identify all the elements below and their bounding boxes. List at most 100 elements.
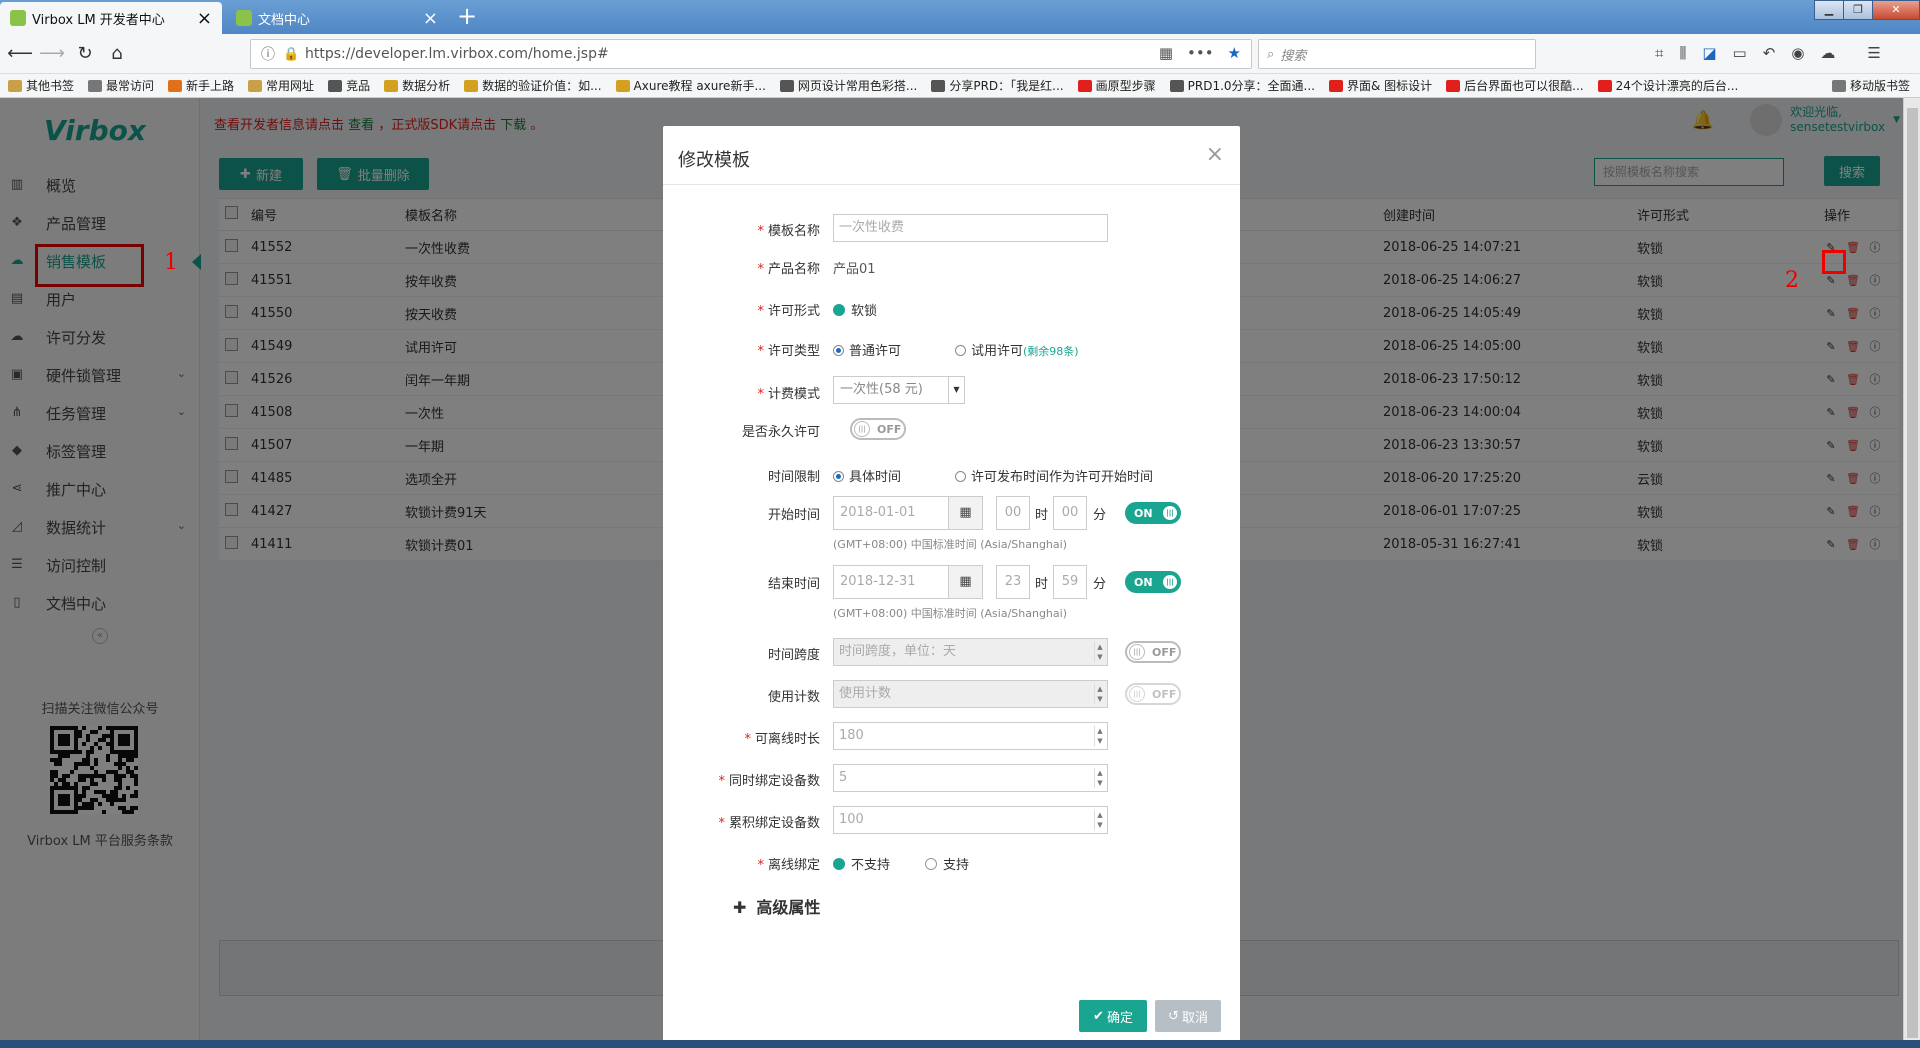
time-span-input[interactable]: 时间跨度，单位：天 ▲ ▼ xyxy=(833,638,1108,666)
screenshot-icon[interactable]: ⌗ xyxy=(1655,44,1663,62)
bookmark-item[interactable]: 最常访问 xyxy=(88,77,154,94)
qr-code-icon[interactable]: ▦ xyxy=(1159,44,1173,62)
chevron-down-icon[interactable]: ▼ xyxy=(948,377,964,403)
bookmark-icon xyxy=(1077,79,1092,92)
bookmark-item[interactable]: 其他书签 xyxy=(8,77,74,94)
offline-bind-no-radio[interactable]: 不支持 xyxy=(833,854,890,873)
use-count-input[interactable]: 使用计数 ▲ ▼ xyxy=(833,680,1108,708)
library-icon[interactable]: ⫼ xyxy=(1679,44,1686,62)
bookmark-item[interactable]: 数据分析 xyxy=(384,77,450,94)
spinner-icon[interactable]: ▲ ▼ xyxy=(1094,726,1105,746)
bookmark-label: 分享PRD：「我是红... xyxy=(949,79,1064,93)
more-actions-icon[interactable]: ••• xyxy=(1187,44,1214,62)
sync-icon[interactable]: ☁ xyxy=(1820,44,1835,62)
spinner-icon[interactable]: ▲ ▼ xyxy=(1094,642,1105,662)
scrollbar-thumb[interactable] xyxy=(1907,108,1918,1038)
billing-label: * 计费模式 xyxy=(757,387,820,402)
browser-search-input[interactable]: ⌕ 搜索 xyxy=(1258,39,1536,69)
bookmark-item[interactable]: 界面& 图标设计 xyxy=(1328,77,1432,94)
bookmark-item[interactable]: 竞品 xyxy=(328,77,370,94)
calendar-icon[interactable]: ▦ xyxy=(948,497,982,529)
extension-icon[interactable]: ◪ xyxy=(1702,44,1716,62)
url-bar[interactable]: ⓘ 🔒 https://developer.lm.virbox.com/home… xyxy=(250,39,1252,69)
hour-unit: 时 xyxy=(1035,508,1049,523)
end-hour-input[interactable]: 23 xyxy=(996,565,1030,599)
minimize-button[interactable]: ▁ xyxy=(1814,0,1844,20)
browser-tab-virbox[interactable]: Virbox LM 开发者中心 × xyxy=(0,2,222,34)
minute-unit: 分 xyxy=(1093,508,1107,523)
close-icon[interactable]: × xyxy=(423,8,438,29)
new-tab-button[interactable]: + xyxy=(452,2,482,32)
end-minute-input[interactable]: 59 xyxy=(1053,565,1087,599)
calendar-icon[interactable]: ▦ xyxy=(948,566,982,598)
url-text[interactable]: https://developer.lm.virbox.com/home.jsp… xyxy=(305,46,609,62)
trial-license-radio[interactable]: 试用许可(剩余98条) xyxy=(955,340,1079,359)
bookmark-item[interactable]: 分享PRD：「我是红... xyxy=(931,77,1064,94)
close-icon[interactable]: × xyxy=(1206,142,1224,167)
use-count-toggle[interactable]: ||| OFF xyxy=(1125,683,1181,705)
bookmark-item[interactable]: Axure教程 axure新手... xyxy=(615,77,766,94)
offline-duration-input[interactable]: 180 ▲ ▼ xyxy=(833,722,1108,750)
bookmark-item[interactable]: 网页设计常用色彩搭... xyxy=(779,77,918,94)
back-arrow-icon[interactable]: ⟵ xyxy=(5,40,35,68)
end-time-toggle[interactable]: ON ||| xyxy=(1125,571,1181,593)
undo-icon[interactable]: ↶ xyxy=(1763,44,1776,62)
concurrent-devices-input[interactable]: 5 ▲ ▼ xyxy=(833,764,1108,792)
time-span-toggle[interactable]: ||| OFF xyxy=(1125,641,1181,663)
bookmark-label: 网页设计常用色彩搭... xyxy=(797,79,918,93)
bookmark-item[interactable]: 常用网址 xyxy=(248,77,314,94)
page-scrollbar[interactable] xyxy=(1903,98,1920,1048)
info-icon[interactable]: ⓘ xyxy=(261,44,275,64)
specific-time-radio[interactable]: 具体时间 xyxy=(833,466,901,485)
cancel-button[interactable]: ↺ 取消 xyxy=(1155,1000,1221,1032)
permanent-toggle[interactable]: ||| OFF xyxy=(850,418,906,440)
bookmark-icon xyxy=(168,79,183,92)
start-minute-input[interactable]: 00 xyxy=(1053,496,1087,530)
publish-time-radio[interactable]: 许可发布时间作为许可开始时间 xyxy=(955,466,1153,485)
start-hour-input[interactable]: 00 xyxy=(996,496,1030,530)
spinner-icon[interactable]: ▲ ▼ xyxy=(1094,810,1105,830)
end-date-input[interactable]: 2018-12-31 ▦ xyxy=(833,565,983,599)
bookmark-icon xyxy=(931,79,946,92)
start-time-toggle[interactable]: ON ||| xyxy=(1125,502,1181,524)
time-limit-label: 时间限制 xyxy=(767,470,820,485)
bookmark-item[interactable]: PRD1.0分享：全面通... xyxy=(1169,77,1315,94)
template-name-input[interactable]: 一次性收费 xyxy=(833,214,1108,242)
sidebar-icon[interactable]: ▭ xyxy=(1733,44,1747,62)
bookmark-icon xyxy=(1328,79,1343,92)
spinner-icon[interactable]: ▲ ▼ xyxy=(1094,684,1105,704)
license-form-radio[interactable]: 软锁 xyxy=(833,300,877,319)
bookmark-item[interactable]: 数据的验证价值：如... xyxy=(464,77,602,94)
bookmark-label: 数据分析 xyxy=(402,79,451,93)
bookmark-item[interactable]: 24个设计漂亮的后台... xyxy=(1597,77,1738,94)
close-icon[interactable]: × xyxy=(197,8,212,29)
spinner-icon[interactable]: ▲ ▼ xyxy=(1094,768,1105,788)
trial-remaining: (剩余98条) xyxy=(1023,345,1079,358)
advanced-properties-toggle[interactable]: ✚ 高级属性 xyxy=(733,894,820,918)
forward-arrow-icon[interactable]: ⟶ xyxy=(37,40,67,68)
offline-bind-yes-radio[interactable]: 支持 xyxy=(925,854,969,873)
home-icon[interactable]: ⌂ xyxy=(102,40,132,68)
bookmark-item[interactable]: 移动版书签 xyxy=(1831,77,1910,94)
bookmark-label: 最常访问 xyxy=(106,79,155,93)
bookmark-icon xyxy=(615,79,630,92)
os-taskbar xyxy=(0,1040,1920,1048)
tab-title: 文档中心 xyxy=(258,12,311,28)
browser-tab-docs[interactable]: 文档中心 × xyxy=(226,2,448,34)
bookmark-item[interactable]: 画原型步骤 xyxy=(1077,77,1156,94)
bookmark-item[interactable]: 后台界面也可以很酷... xyxy=(1446,77,1584,94)
cumulative-devices-input[interactable]: 100 ▲ ▼ xyxy=(833,806,1108,834)
window-close-button[interactable]: ✕ xyxy=(1872,0,1920,20)
reload-icon[interactable]: ↻ xyxy=(70,40,100,68)
bookmark-star-icon[interactable]: ★ xyxy=(1228,44,1241,62)
normal-license-radio[interactable]: 普通许可 xyxy=(833,340,901,359)
bookmark-icon xyxy=(1831,79,1846,92)
billing-select[interactable]: 一次性(58 元) ▼ xyxy=(833,376,965,404)
bookmark-item[interactable]: 新手上路 xyxy=(168,77,234,94)
restore-button[interactable]: ❐ xyxy=(1843,0,1873,20)
confirm-button[interactable]: ✔ 确定 xyxy=(1079,1000,1147,1032)
account-icon[interactable]: ◉ xyxy=(1791,44,1804,62)
bookmark-icon xyxy=(384,79,399,92)
start-date-input[interactable]: 2018-01-01 ▦ xyxy=(833,496,983,530)
menu-icon[interactable]: ☰ xyxy=(1867,44,1880,62)
